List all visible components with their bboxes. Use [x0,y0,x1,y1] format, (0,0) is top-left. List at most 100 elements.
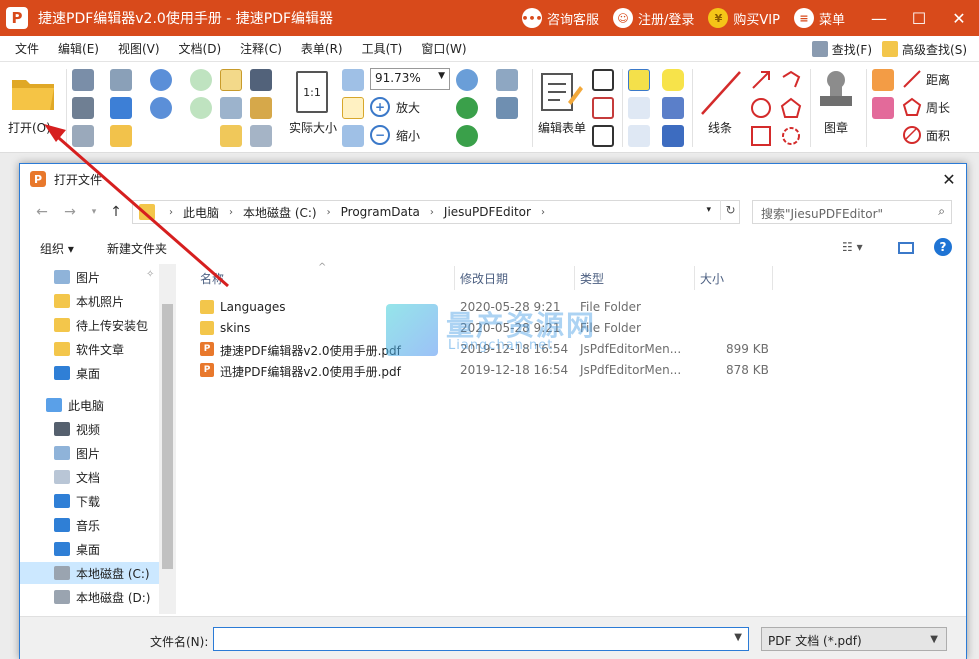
export-icon[interactable] [72,125,94,147]
note-icon[interactable] [662,69,684,91]
menu-tools[interactable]: 工具(T) [362,40,403,57]
address-bar[interactable]: › 此电脑 › 本地磁盘 (C:) › ProgramData › JiesuP… [132,200,740,224]
line-button[interactable] [698,67,744,119]
organize-button[interactable]: 组织 ▾ [40,240,74,257]
cloud-icon[interactable] [780,125,802,147]
add-text-icon[interactable] [496,97,518,119]
menu-button[interactable]: ≡ 菜单 [793,8,845,28]
strikeout-icon[interactable] [628,97,650,119]
nav-item-downloads[interactable]: 下载 [54,490,100,512]
maximize-button[interactable]: ☐ [899,0,939,36]
view-options-icon[interactable]: ☷ ▾ [842,240,863,254]
email-icon[interactable] [110,69,132,91]
perimeter-button[interactable]: 周长 [902,97,950,117]
minimize-button[interactable]: — [859,0,899,36]
recent-chevron-icon[interactable]: ▾ [84,202,104,222]
rectangle-icon[interactable] [750,125,772,147]
refresh-icon[interactable]: ↻ [720,200,740,220]
attach-icon[interactable] [662,97,684,119]
typewriter-icon[interactable] [628,69,650,91]
polygon-icon[interactable] [780,97,802,119]
column-type[interactable]: 类型 [580,270,604,287]
page-icon[interactable] [250,125,272,147]
nav-item-pictures-pc[interactable]: 图片 [54,442,100,464]
support-button[interactable]: ••• 咨询客服 [521,8,599,28]
breadcrumb-programdata[interactable]: ProgramData [341,205,420,219]
nav-scrollbar[interactable] [159,264,176,614]
rotate-right-icon[interactable] [456,125,478,147]
nav-item-local-photos[interactable]: 本机照片 [54,290,124,312]
eraser-icon[interactable] [872,97,894,119]
sound-icon[interactable] [662,125,684,147]
breadcrumb-jiesupdfeditor[interactable]: JiesuPDFEditor [444,205,531,219]
close-button[interactable]: ✕ [939,0,979,36]
print-icon[interactable] [72,97,94,119]
file-row-xunjie-manual[interactable]: P 迅捷PDF编辑器v2.0使用手册.pdf 2019-12-18 16:54 … [196,360,796,381]
zoom-in-button[interactable]: + 放大 [370,97,420,117]
nav-scrollbar-thumb[interactable] [162,304,173,569]
nav-item-desktop[interactable]: 桌面 [54,362,100,384]
stamp-button[interactable] [816,67,856,115]
nav-item-articles[interactable]: 软件文章 [54,338,124,360]
fit-width-icon[interactable] [342,97,364,119]
polyline-icon[interactable] [780,69,802,91]
forward-arrow-icon[interactable]: → [60,202,80,222]
redo-icon[interactable] [150,97,172,119]
search-input[interactable]: 搜索"JiesuPDFEditor" ⌕ [752,200,952,224]
column-size[interactable]: 大小 [700,270,724,287]
up-arrow-icon[interactable]: ↑ [106,202,126,222]
menu-document[interactable]: 文档(D) [179,40,222,57]
nav-item-documents[interactable]: 文档 [54,466,100,488]
menu-window[interactable]: 窗口(W) [421,40,466,57]
help-icon[interactable]: ? [934,238,952,256]
area-button[interactable]: 面积 [902,125,950,145]
menu-comment[interactable]: 注释(C) [240,40,282,57]
nav-item-pictures[interactable]: 图片 ✧ [54,266,154,288]
text-box-icon[interactable] [592,97,614,119]
select-text-icon[interactable] [220,97,242,119]
scan-icon[interactable] [110,97,132,119]
fit-visible-icon[interactable] [342,125,364,147]
save-icon[interactable] [72,69,94,91]
snapshot-icon[interactable] [220,125,242,147]
menu-edit[interactable]: 编辑(E) [58,40,99,57]
nav-item-drive-d[interactable]: 本地磁盘 (D:) [54,586,150,608]
fit-page-icon[interactable] [342,69,364,91]
forward-icon[interactable] [190,97,212,119]
filetype-select[interactable]: PDF 文档 (*.pdf) ▼ [761,627,947,651]
nav-item-desktop-pc[interactable]: 桌面 [54,538,100,560]
new-folder-button[interactable]: 新建文件夹 [107,240,167,257]
actual-size-icon[interactable]: 1:1 [296,71,328,113]
column-name[interactable]: 名称 [200,270,224,287]
find-button[interactable]: 查找(F) [811,41,872,58]
magnifier-icon[interactable] [456,69,478,91]
arrow-shape-icon[interactable] [750,69,772,91]
paste-icon[interactable] [250,97,272,119]
callout-icon[interactable] [592,125,614,147]
preview-pane-icon[interactable] [898,242,914,254]
new-icon[interactable] [110,125,132,147]
edit-content-icon[interactable] [496,69,518,91]
menu-file[interactable]: 文件 [15,40,39,57]
menu-view[interactable]: 视图(V) [118,40,160,57]
text-field-icon[interactable] [592,69,614,91]
nav-item-music[interactable]: 音乐 [54,514,100,536]
nav-item-videos[interactable]: 视频 [54,418,100,440]
back-arrow-icon[interactable]: ← [32,202,52,222]
address-dropdown-icon[interactable]: ▾ [706,205,711,215]
nav-item-this-pc[interactable]: 此电脑 [46,394,104,416]
column-date[interactable]: 修改日期 [460,270,508,287]
edit-form-button[interactable] [540,71,584,113]
distance-button[interactable]: 距离 [902,69,950,89]
back-icon[interactable] [190,69,212,91]
dialog-close-button[interactable]: ✕ [938,168,960,190]
nav-item-pending-uploads[interactable]: 待上传安装包 [54,314,148,336]
filename-dropdown-icon[interactable]: ▼ [734,632,742,643]
rotate-left-icon[interactable] [456,97,478,119]
breadcrumb-this-pc[interactable]: 此电脑 [183,204,219,221]
nav-item-drive-c[interactable]: 本地磁盘 (C:) [20,562,160,584]
pencil-icon[interactable] [872,69,894,91]
login-button[interactable]: ☺ 注册/登录 [613,8,694,28]
hand-tool-icon[interactable] [220,69,242,91]
breadcrumb-drive-c[interactable]: 本地磁盘 (C:) [243,204,317,221]
